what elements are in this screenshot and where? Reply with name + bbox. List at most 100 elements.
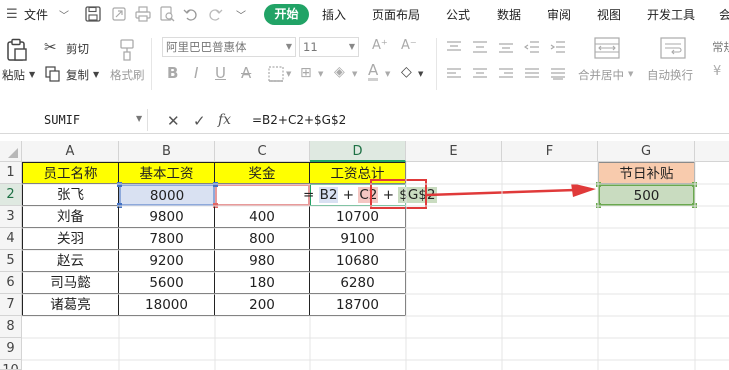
fill-color-icon[interactable]: ◈	[334, 64, 345, 80]
wrap-text-button[interactable]: 自动换行	[647, 67, 693, 83]
merge-center-button[interactable]: 合并居中	[578, 67, 624, 83]
chevron-down-icon: ▼	[348, 42, 355, 51]
align-right-icon[interactable]	[498, 67, 514, 81]
print-preview-icon[interactable]	[158, 5, 176, 23]
name-box[interactable]: SUMIF	[0, 109, 148, 131]
column-header-f[interactable]: F	[502, 141, 598, 162]
row-header-9[interactable]: 9	[0, 338, 22, 360]
chevron-down-icon[interactable]: ﹀	[59, 7, 69, 22]
font-size-value: 11	[303, 40, 318, 54]
cut-button[interactable]: 剪切	[66, 41, 89, 57]
scissors-icon[interactable]: ✂	[44, 38, 57, 56]
copy-icon[interactable]	[45, 66, 61, 82]
column-header-d[interactable]: D	[310, 141, 406, 162]
format-painter-button[interactable]: 格式刷	[110, 67, 145, 83]
tab-view[interactable]: 视图	[597, 7, 621, 23]
italic-icon[interactable]: I	[194, 64, 198, 82]
save-icon[interactable]	[84, 5, 102, 23]
column-header-h[interactable]	[695, 141, 729, 162]
chevron-down-icon[interactable]: ﹀	[236, 7, 246, 22]
column-header-c[interactable]: C	[215, 141, 310, 162]
align-middle-icon[interactable]	[472, 40, 488, 54]
number-format-select[interactable]: 常规	[712, 39, 729, 55]
chevron-down-icon[interactable]: ▼	[29, 70, 35, 79]
format-painter-icon[interactable]	[118, 38, 136, 62]
chevron-down-icon: ▼	[285, 42, 292, 51]
chevron-down-icon[interactable]: ▼	[385, 70, 390, 78]
distributed-icon[interactable]	[550, 67, 566, 81]
menu-icon[interactable]: ☰	[6, 7, 18, 22]
row-header-8[interactable]: 8	[0, 316, 22, 338]
tab-insert[interactable]: 插入	[322, 7, 346, 23]
undo-icon[interactable]	[182, 5, 200, 23]
wrap-text-icon[interactable]	[660, 37, 686, 59]
chevron-down-icon[interactable]: ▼	[352, 70, 357, 78]
chevron-down-icon[interactable]: ▼	[628, 70, 633, 78]
merge-cells-icon[interactable]: ⊞	[300, 65, 312, 81]
tab-page-layout[interactable]: 页面布局	[372, 7, 420, 23]
chevron-down-icon[interactable]: ▼	[136, 114, 142, 123]
font-name-select[interactable]: 阿里巴巴普惠体 ▼	[162, 37, 296, 57]
indent-decrease-icon[interactable]	[524, 40, 540, 54]
row-header-3[interactable]: 3	[0, 206, 22, 228]
menu-file[interactable]: 文件	[24, 7, 48, 23]
merge-center-icon[interactable]	[594, 37, 620, 59]
row-header-7[interactable]: 7	[0, 294, 22, 316]
border-icon[interactable]	[268, 66, 284, 82]
bold-icon[interactable]: B	[167, 64, 178, 82]
column-header-b[interactable]: B	[119, 141, 215, 162]
column-header-g[interactable]: G	[598, 141, 695, 162]
align-top-icon[interactable]	[446, 40, 462, 54]
font-grow-icon[interactable]: A⁺	[372, 38, 388, 53]
align-center-icon[interactable]	[472, 67, 488, 81]
chevron-down-icon[interactable]: ▼	[93, 70, 99, 79]
copy-button[interactable]: 复制	[66, 67, 89, 83]
align-bottom-icon[interactable]	[498, 40, 514, 54]
formula-input[interactable]: =B2+C2+$G$2	[252, 113, 346, 127]
chevron-down-icon[interactable]: ▼	[286, 70, 291, 78]
print-icon[interactable]	[134, 5, 152, 23]
divider	[151, 38, 152, 90]
indent-increase-icon[interactable]	[550, 40, 566, 54]
align-left-icon[interactable]	[446, 67, 462, 81]
tab-developer[interactable]: 开发工具	[647, 7, 695, 23]
tab-data[interactable]: 数据	[497, 7, 521, 23]
font-size-select[interactable]: 11 ▼	[299, 37, 359, 57]
currency-icon[interactable]: ¥	[713, 64, 721, 79]
row-header-5[interactable]: 5	[0, 250, 22, 272]
font-shrink-icon[interactable]: A⁻	[401, 38, 417, 53]
redo-icon[interactable]	[206, 5, 224, 23]
row-header-6[interactable]: 6	[0, 272, 22, 294]
strikethrough-icon[interactable]: A	[241, 64, 251, 82]
row-header-4[interactable]: 4	[0, 228, 22, 250]
divider	[436, 38, 437, 90]
tab-home[interactable]: 开始	[264, 4, 309, 25]
corner-triangle-icon	[8, 148, 18, 158]
row-header-1[interactable]: 1	[0, 162, 22, 184]
tab-review[interactable]: 审阅	[547, 7, 571, 23]
formula-bar: SUMIF ▼ ✕ ✓ fx =B2+C2+$G$2	[0, 107, 729, 134]
underline-icon[interactable]: U	[215, 64, 226, 82]
ribbon-toolbar: 粘贴 ▼ ✂ 剪切 复制 ▼ 格式刷 阿里巴巴普惠体 ▼ 11 ▼ A⁺ A⁻ …	[0, 30, 729, 96]
spreadsheet-grid[interactable]: A B C D E F G 1 2 3 4 5 6 7 8 9 10 员工名称 …	[0, 141, 729, 370]
paste-button[interactable]: 粘贴	[2, 67, 25, 83]
column-header-e[interactable]: E	[406, 141, 502, 162]
confirm-icon[interactable]: ✓	[193, 112, 206, 130]
tab-member[interactable]: 会	[719, 7, 729, 23]
paste-icon[interactable]	[6, 38, 28, 62]
row-header-10[interactable]: 10	[0, 360, 22, 370]
row-header-2[interactable]: 2	[0, 184, 22, 206]
export-icon[interactable]	[110, 5, 128, 23]
cancel-icon[interactable]: ✕	[167, 112, 180, 130]
column-header-a[interactable]: A	[22, 141, 119, 162]
name-box-value: SUMIF	[44, 113, 81, 127]
insert-function-button[interactable]: fx	[218, 112, 231, 128]
font-name-value: 阿里巴巴普惠体	[166, 40, 247, 54]
chevron-down-icon[interactable]: ▼	[318, 70, 323, 78]
justify-icon[interactable]	[524, 67, 540, 81]
eraser-icon[interactable]: ◇	[401, 64, 412, 80]
tab-formulas[interactable]: 公式	[446, 7, 470, 23]
chevron-down-icon[interactable]: ▼	[418, 70, 423, 78]
font-color-icon[interactable]: A	[368, 63, 379, 81]
menu-bar: ☰ 文件 ﹀ ﹀ 开始 插入 页面布局 公式 数据 审阅 视图 开发工具 会	[0, 0, 729, 30]
